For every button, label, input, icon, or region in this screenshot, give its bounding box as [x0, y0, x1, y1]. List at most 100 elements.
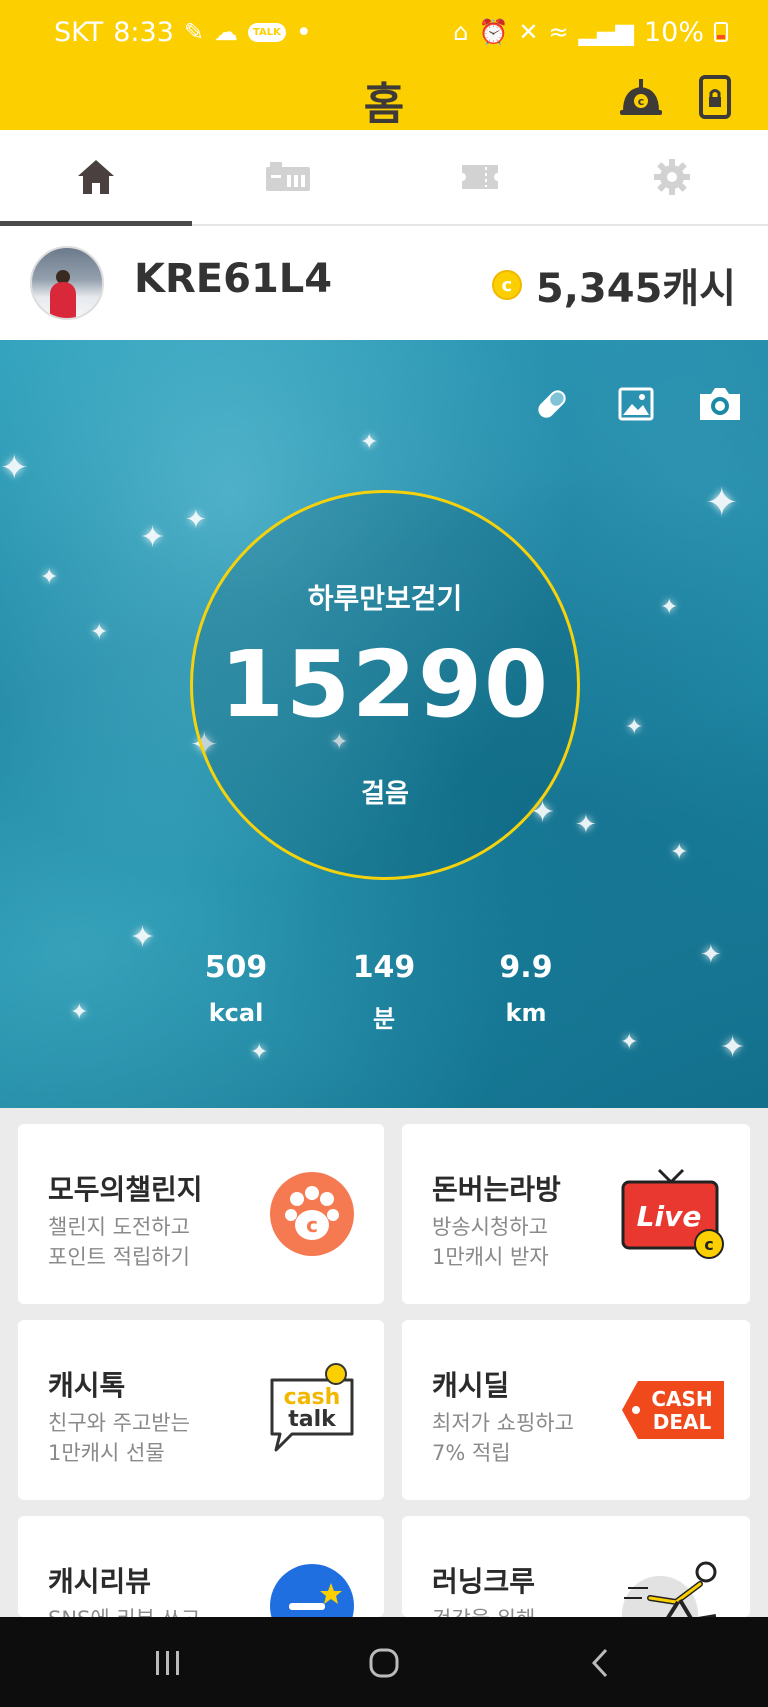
- home-button[interactable]: [362, 1641, 406, 1685]
- step-unit: 걸음: [361, 779, 409, 809]
- gear-icon: [654, 159, 690, 195]
- sparkle-decoration: ✦: [705, 480, 739, 526]
- battery-percent: 10%: [643, 16, 704, 48]
- sparkle-decoration: ✦: [0, 448, 29, 488]
- lock-sync-icon: ⌂: [453, 18, 469, 46]
- cash-amount: 5,345캐시: [535, 266, 736, 312]
- cash-bell-button[interactable]: c: [616, 72, 666, 122]
- tab-store[interactable]: [192, 130, 384, 224]
- cash-bell-icon: c: [620, 79, 662, 115]
- cash-deal-icon: CASH DEAL: [618, 1360, 728, 1460]
- coin-icon: c: [491, 270, 522, 300]
- cash-balance[interactable]: c 5,345캐시: [491, 256, 736, 314]
- gallery-button[interactable]: [612, 380, 660, 428]
- home-circle-icon: [369, 1648, 399, 1678]
- card-title: 캐시딜: [432, 1369, 510, 1402]
- card-live[interactable]: 돈버는라방 방송시청하고 1만캐시 받자 Live c: [402, 1124, 750, 1304]
- sparkle-decoration: ✦: [660, 595, 679, 620]
- pedometer-hero: ✦ ✦ ✦ ✦ ✦ ✦ ✦ ✦ ✦ ✦ ✦ ✦ ✦ ✦ ✦ ✦ ✦ ✦ ✦ ✦: [0, 340, 768, 1108]
- stat-minutes: 149 분: [324, 950, 444, 1034]
- pill-button[interactable]: [528, 380, 576, 428]
- stat-value: 9.9: [499, 950, 553, 985]
- step-count: 15290: [219, 631, 551, 738]
- card-title: 캐시리뷰: [48, 1565, 152, 1598]
- stat-unit: kcal: [208, 999, 264, 1027]
- system-nav-bar: [0, 1617, 768, 1707]
- stat-distance: 9.9 km: [466, 950, 586, 1027]
- svg-text:c: c: [638, 95, 645, 108]
- back-chevron-icon: [591, 1648, 608, 1678]
- review-icon: [262, 1556, 362, 1617]
- camera-icon: [700, 388, 740, 420]
- stat-value: 149: [352, 950, 416, 985]
- kakaotalk-icon: TALK: [248, 22, 286, 42]
- camera-button[interactable]: [696, 380, 744, 428]
- card-title: 러닝크루: [432, 1565, 536, 1598]
- sparkle-decoration: ✦: [90, 620, 109, 645]
- clock: 8:33: [113, 16, 174, 48]
- status-bar: SKT 8:33 ✎ ☁ TALK • ⌂ ⏰ ✕ ≈ ▂▄▆ 10%: [0, 0, 768, 64]
- card-title: 캐시톡: [48, 1369, 126, 1402]
- sparkle-decoration: ✦: [250, 1040, 269, 1065]
- sparkle-decoration: ✦: [575, 810, 597, 840]
- hero-toolbar: [528, 380, 744, 428]
- avatar[interactable]: [30, 246, 104, 320]
- sparkle-decoration: ✦: [360, 430, 379, 455]
- store-icon: [266, 162, 310, 191]
- step-counter-ring[interactable]: 하루만보걷기 15290 걸음: [190, 490, 580, 880]
- card-subtitle: 건강을 위해: [432, 1604, 535, 1617]
- back-button[interactable]: [578, 1641, 622, 1685]
- challenge-paw-icon: c: [262, 1164, 362, 1264]
- notification-icon: ✎: [183, 18, 204, 46]
- tab-ticket[interactable]: [384, 130, 576, 224]
- tab-settings[interactable]: [576, 130, 768, 224]
- sparkle-decoration: ✦: [140, 520, 166, 555]
- card-subtitle: 최저가 쇼핑하고 7% 적립: [432, 1411, 574, 1465]
- username: KRE61L4: [134, 256, 333, 302]
- svg-text:DEAL: DEAL: [653, 1410, 712, 1434]
- sparkle-decoration: ✦: [670, 840, 689, 865]
- live-tv-icon: Live c: [618, 1164, 728, 1264]
- svg-text:CASH: CASH: [651, 1387, 712, 1411]
- sparkle-decoration: ✦: [70, 1000, 89, 1025]
- wifi-icon: ≈: [548, 18, 569, 46]
- home-icon: [78, 160, 114, 194]
- sparkle-decoration: ✦: [40, 565, 59, 590]
- card-cashdeal[interactable]: 캐시딜 최저가 쇼핑하고 7% 적립 CASH DEAL: [402, 1320, 750, 1500]
- more-dot-icon: •: [295, 16, 312, 48]
- phone-lock-icon: [699, 75, 731, 119]
- card-title: 모두의챌린지: [48, 1173, 203, 1206]
- running-icon: [618, 1556, 728, 1617]
- mute-icon: ✕: [518, 18, 539, 46]
- battery-icon: [714, 22, 728, 42]
- card-subtitle: SNS에 리뷰 쓰고: [48, 1604, 200, 1617]
- tab-bar: [0, 130, 768, 226]
- cloud-icon: ☁: [214, 18, 238, 46]
- card-cashtalk[interactable]: 캐시톡 친구와 주고받는 1만캐시 선물 cash talk: [18, 1320, 384, 1500]
- recent-apps-icon: [156, 1651, 179, 1675]
- sparkle-decoration: ✦: [700, 940, 722, 970]
- stat-value: 509: [204, 950, 268, 985]
- cash-talk-icon: cash talk: [262, 1360, 362, 1460]
- svg-text:Live: Live: [637, 1200, 702, 1233]
- card-title: 돈버는라방: [432, 1173, 561, 1206]
- sparkle-decoration: ✦: [625, 715, 644, 740]
- sparkle-decoration: ✦: [130, 920, 156, 955]
- stat-unit: km: [505, 999, 547, 1027]
- card-running[interactable]: 러닝크루 건강을 위해: [402, 1516, 750, 1617]
- sparkle-decoration: ✦: [185, 505, 207, 535]
- lockscreen-button[interactable]: [690, 72, 740, 122]
- tab-home[interactable]: [0, 130, 192, 226]
- card-subtitle: 친구와 주고받는 1만캐시 선물: [48, 1411, 190, 1465]
- ticket-icon: [462, 165, 498, 189]
- recent-apps-button[interactable]: [146, 1641, 190, 1685]
- card-challenge[interactable]: 모두의챌린지 챌린지 도전하고 포인트 적립하기 c: [18, 1124, 384, 1304]
- signal-icon: ▂▄▆: [578, 18, 634, 46]
- alarm-icon: ⏰: [478, 18, 509, 46]
- stat-calories: 509 kcal: [176, 950, 296, 1027]
- stat-unit: 분: [372, 1005, 396, 1033]
- sparkle-decoration: ✦: [620, 1030, 639, 1055]
- carrier-label: SKT: [54, 16, 104, 48]
- card-subtitle: 방송시청하고 1만캐시 받자: [432, 1215, 549, 1269]
- card-review[interactable]: 캐시리뷰 SNS에 리뷰 쓰고: [18, 1516, 384, 1617]
